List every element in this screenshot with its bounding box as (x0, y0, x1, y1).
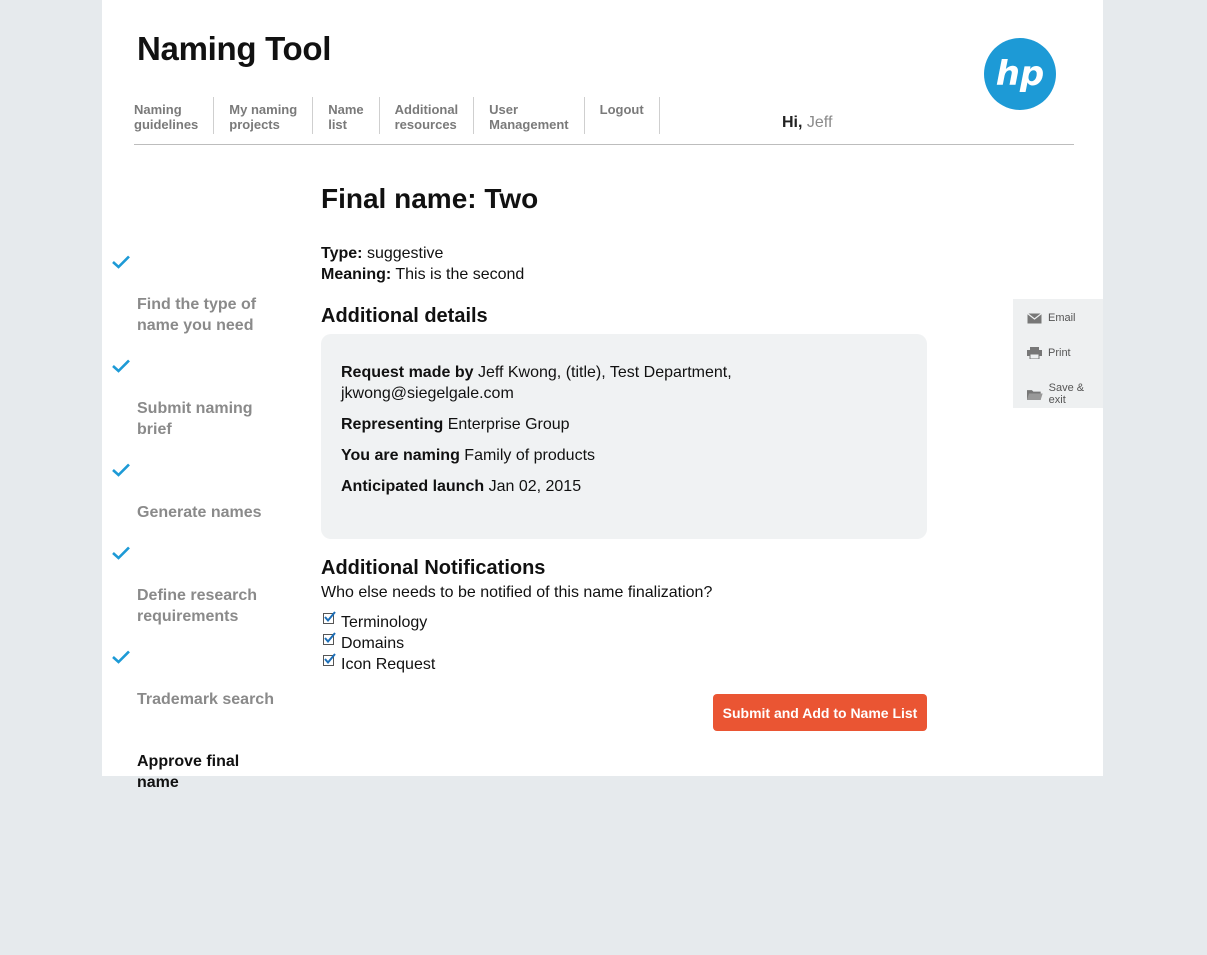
step-label: Trademark search (137, 691, 274, 708)
checkmark-icon (112, 255, 130, 269)
nav-name-list[interactable]: Name list (313, 97, 380, 134)
step-submit-brief[interactable]: Submit naming brief (112, 356, 292, 440)
app-title: Naming Tool (137, 30, 332, 67)
type-value: suggestive (366, 245, 444, 262)
details-box: Request made by Jeff Kwong, (title), Tes… (321, 334, 927, 539)
step-label: Approve final name (137, 753, 240, 791)
printer-icon (1027, 347, 1042, 359)
step-label: Generate names (137, 504, 262, 521)
type-label: Type: (321, 245, 363, 262)
name-meta: Type: suggestive Meaning: This is the se… (321, 243, 927, 285)
detail-naming: You are naming Family of products (341, 445, 907, 466)
meaning-value: This is the second (395, 266, 525, 283)
checkbox-label: Terminology (341, 614, 428, 631)
nav-my-naming-projects[interactable]: My naming projects (214, 97, 314, 134)
greeting-user[interactable]: Jeff (807, 114, 833, 131)
nav-additional-resources[interactable]: Additional resources (380, 97, 475, 134)
notify-icon-request[interactable]: Icon Request (321, 653, 927, 675)
email-tool[interactable]: Email (1027, 312, 1076, 324)
naming-value: Family of products (464, 447, 596, 464)
step-trademark-search[interactable]: Trademark search (112, 647, 292, 710)
notifications-question: Who else needs to be notified of this na… (321, 584, 713, 601)
checkbox-label: Icon Request (341, 656, 436, 673)
notifications-heading: Additional Notifications (321, 557, 546, 579)
checkbox-label: Domains (341, 635, 405, 652)
nav-user-management[interactable]: User Management (474, 97, 585, 134)
progress-steps: Find the type of name you need Submit na… (112, 252, 292, 813)
content-card: Naming Tool hp Naming guidelines My nami… (102, 0, 1103, 791)
domains-checkbox[interactable] (323, 632, 336, 645)
email-label: Email (1048, 312, 1076, 324)
detail-request: Request made by Jeff Kwong, (title), Tes… (341, 362, 907, 404)
icon-request-checkbox[interactable] (323, 653, 336, 666)
step-label: Define research requirements (137, 587, 258, 625)
envelope-icon (1027, 312, 1042, 323)
step-label: Find the type of name you need (137, 296, 257, 334)
step-approve-final-name[interactable]: Approve final name (112, 730, 292, 793)
notify-domains[interactable]: Domains (321, 632, 927, 654)
checkmark-icon (112, 650, 130, 664)
request-label: Request made by (341, 364, 474, 381)
step-research-requirements[interactable]: Define research requirements (112, 543, 292, 627)
representing-value: Enterprise Group (447, 416, 570, 433)
greeting-prefix: Hi, (782, 114, 803, 131)
terminology-checkbox[interactable] (323, 611, 336, 624)
checkmark-icon (112, 359, 130, 373)
launch-value: Jan 02, 2015 (488, 478, 582, 495)
print-label: Print (1048, 347, 1071, 359)
nav-logout[interactable]: Logout (585, 97, 660, 134)
step-find-type[interactable]: Find the type of name you need (112, 252, 292, 336)
checkmark-icon (112, 546, 130, 560)
nav-naming-guidelines[interactable]: Naming guidelines (134, 97, 215, 134)
folder-icon (1027, 389, 1043, 400)
hp-logo: hp (984, 38, 1056, 110)
meaning-label: Meaning: (321, 266, 392, 283)
side-toolbar: Email Print Save & exit (1013, 299, 1103, 408)
notify-terminology[interactable]: Terminology (321, 611, 927, 633)
type-row: Type: suggestive (321, 243, 927, 264)
main-content: Final name: Two Type: suggestive Meaning… (321, 183, 927, 675)
header-divider (134, 144, 1074, 145)
launch-label: Anticipated launch (341, 478, 485, 495)
print-tool[interactable]: Print (1027, 347, 1071, 359)
step-label: Submit naming brief (137, 400, 253, 438)
detail-representing: Representing Enterprise Group (341, 414, 907, 435)
save-exit-tool[interactable]: Save & exit (1027, 382, 1103, 406)
user-greeting: Hi, Jeff (782, 114, 832, 132)
details-heading: Additional details (321, 305, 488, 327)
naming-label: You are naming (341, 447, 460, 464)
step-generate-names[interactable]: Generate names (112, 460, 292, 523)
checkmark-icon (112, 463, 130, 477)
detail-launch: Anticipated launch Jan 02, 2015 (341, 476, 907, 497)
submit-add-to-name-list-button[interactable]: Submit and Add to Name List (713, 694, 927, 731)
representing-label: Representing (341, 416, 444, 433)
page-title: Final name: Two (321, 183, 539, 214)
meaning-row: Meaning: This is the second (321, 264, 927, 285)
svg-text:hp: hp (996, 54, 1045, 94)
save-exit-label: Save & exit (1048, 382, 1085, 406)
top-nav: Naming guidelines My naming projects Nam… (134, 97, 660, 134)
